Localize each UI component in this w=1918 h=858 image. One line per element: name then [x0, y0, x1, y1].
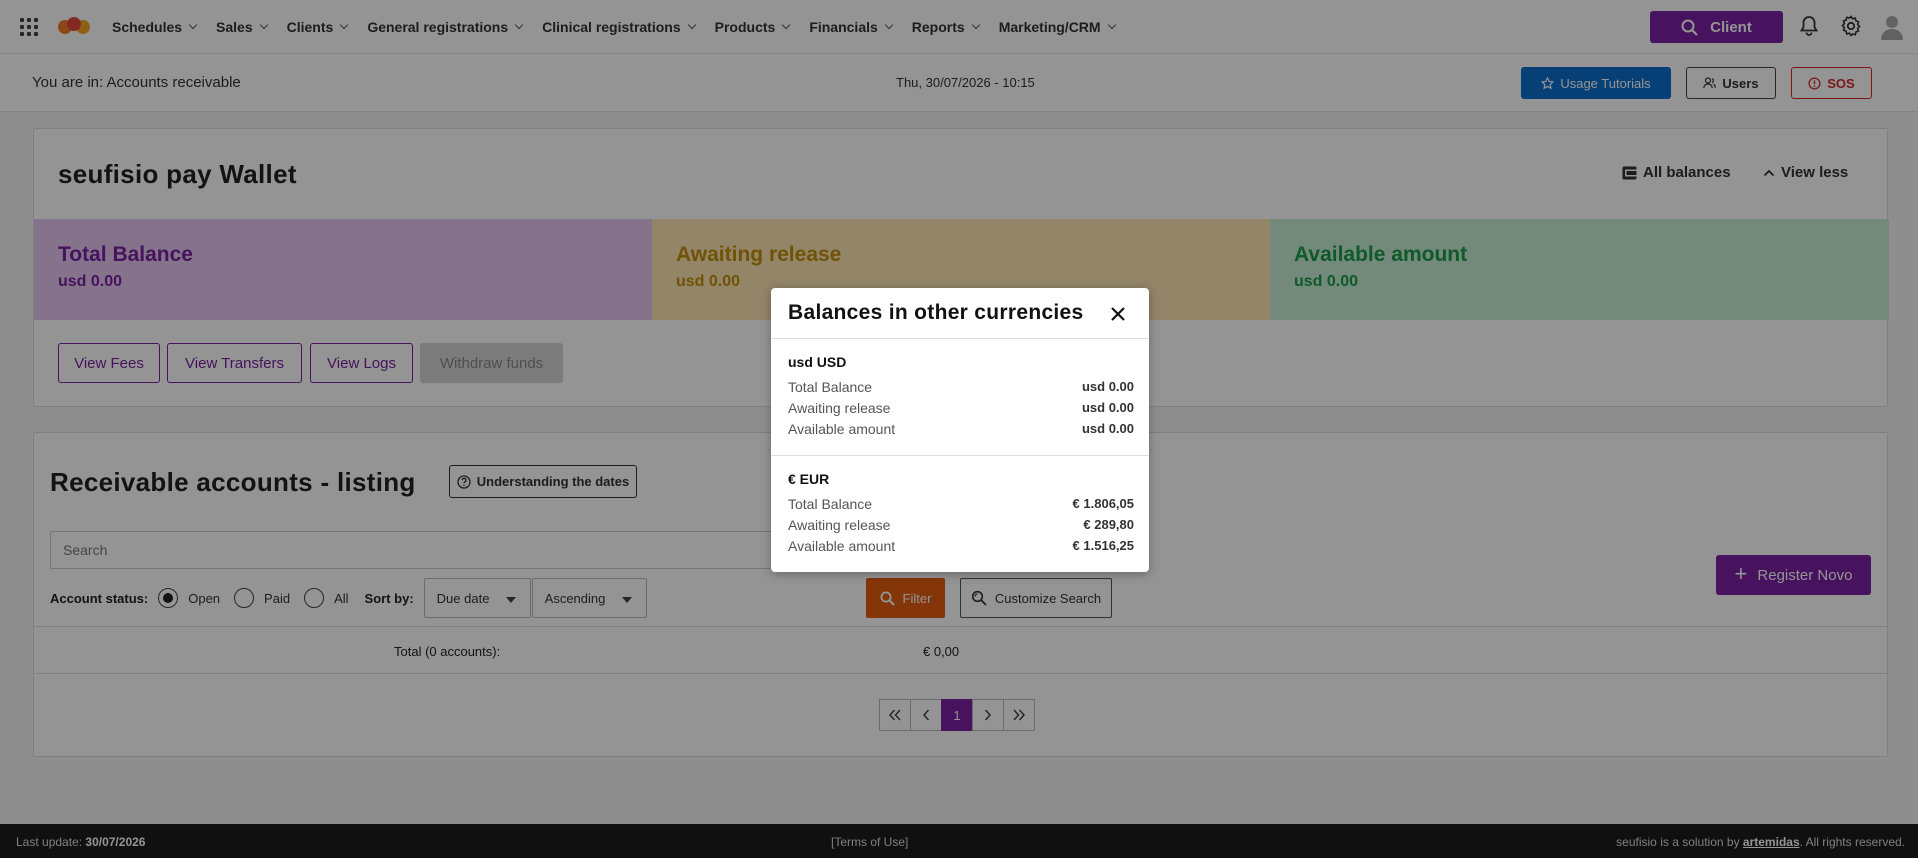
row-label: Available amount [788, 420, 896, 437]
currency-block-eur: € EUR Total Balance € 1.806,05 Awaiting r… [788, 471, 1134, 556]
modal-title: Balances in other currencies [788, 301, 1084, 324]
row-label: Awaiting release [788, 516, 891, 533]
currency-row: Available amount usd 0.00 [788, 418, 1134, 439]
currency-name: usd USD [788, 354, 847, 370]
row-value: € 1.806,05 [1072, 496, 1134, 511]
currency-block-usd: usd USD Total Balance usd 0.00 Awaiting r… [788, 354, 1134, 439]
row-value: usd 0.00 [1081, 421, 1134, 436]
modal-divider [771, 338, 1149, 339]
currency-row: Awaiting release usd 0.00 [788, 397, 1134, 418]
currency-row: Total Balance € 1.806,05 [788, 493, 1134, 514]
row-value: usd 0.00 [1081, 379, 1134, 394]
currency-row: Available amount € 1.516,25 [788, 535, 1134, 556]
row-label: Total Balance [788, 495, 873, 512]
currency-name: € EUR [788, 471, 830, 487]
currency-balances-modal: Balances in other currencies usd USD Tot… [771, 288, 1149, 572]
row-value: € 289,80 [1083, 517, 1134, 532]
close-icon[interactable] [1108, 304, 1128, 324]
modal-divider [771, 455, 1149, 456]
currency-row: Awaiting release € 289,80 [788, 514, 1134, 535]
row-label: Total Balance [788, 378, 873, 395]
currency-row: Total Balance usd 0.00 [788, 376, 1134, 397]
row-label: Awaiting release [788, 399, 891, 416]
row-label: Available amount [788, 537, 896, 554]
row-value: € 1.516,25 [1072, 538, 1134, 553]
row-value: usd 0.00 [1081, 400, 1134, 415]
